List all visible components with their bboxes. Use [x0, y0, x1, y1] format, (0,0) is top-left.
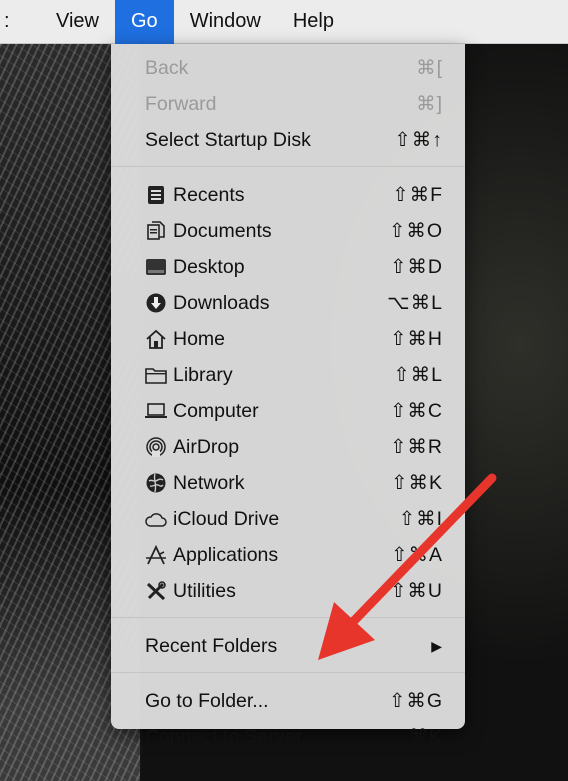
menu-item-network[interactable]: Network ⇧⌘K [111, 465, 465, 501]
menu-item-shortcut: ⇧⌘A [391, 544, 443, 566]
downloads-icon [145, 292, 167, 314]
menu-item-label: Recent Folders [145, 634, 278, 657]
menu-item-recents[interactable]: Recents ⇧⌘F [111, 177, 465, 213]
menu-item-shortcut: ⌘K [408, 726, 443, 748]
utilities-icon [145, 580, 167, 602]
menu-item-select-startup-disk[interactable]: Select Startup Disk ⇧⌘↑ [111, 122, 465, 158]
menu-item-shortcut: ⇧⌘H [390, 328, 443, 350]
home-icon [145, 328, 167, 350]
airdrop-icon [145, 436, 167, 458]
menu-item-label: Select Startup Disk [145, 128, 311, 151]
menu-item-truncated[interactable]: : [0, 0, 40, 44]
menu-item-shortcut: ⇧⌘I [398, 508, 443, 530]
menu-item-shortcut: ⌘] [416, 93, 443, 115]
menu-item-icloud-drive[interactable]: iCloud Drive ⇧⌘I [111, 501, 465, 537]
menu-item-utilities[interactable]: Utilities ⇧⌘U [111, 573, 465, 609]
menu-item-label: AirDrop [173, 435, 240, 458]
menu-item-applications[interactable]: Applications ⇧⌘A [111, 537, 465, 573]
menu-item-airdrop[interactable]: AirDrop ⇧⌘R [111, 429, 465, 465]
menu-item-shortcut: ⇧⌘R [390, 436, 443, 458]
menu-separator [111, 166, 465, 167]
recents-icon [145, 184, 167, 206]
menu-item-label: Back [145, 56, 189, 79]
menu-item-shortcut: ⇧⌘D [390, 256, 443, 278]
menu-item-connect-to-server[interactable]: Connect to Server... ⌘K [111, 719, 465, 755]
menu-item-shortcut: ⇧⌘F [392, 184, 443, 206]
menu-item-label: Desktop [173, 255, 245, 278]
menu-item-label: Connect to Server... [145, 725, 318, 748]
menu-separator [111, 672, 465, 673]
menu-item-shortcut: ⇧⌘L [393, 364, 443, 386]
menu-item-documents[interactable]: Documents ⇧⌘O [111, 213, 465, 249]
menu-item-forward: Forward ⌘] [111, 86, 465, 122]
menu-item-label: Network [173, 471, 245, 494]
menu-item-label: Applications [173, 543, 279, 566]
menu-item-desktop[interactable]: Desktop ⇧⌘D [111, 249, 465, 285]
menu-item-shortcut: ⇧⌘G [388, 690, 443, 712]
menu-item-label: Recents [173, 183, 245, 206]
computer-icon [145, 400, 167, 422]
desktop-icon [145, 256, 167, 278]
menu-bar: : View Go Window Help [0, 0, 568, 44]
menu-item-shortcut: ⇧⌘↑ [394, 129, 443, 151]
library-folder-icon [145, 364, 167, 386]
menu-item-label: Documents [173, 219, 272, 242]
menu-item-label: Library [173, 363, 233, 386]
menu-item-downloads[interactable]: Downloads ⌥⌘L [111, 285, 465, 321]
menu-item-home[interactable]: Home ⇧⌘H [111, 321, 465, 357]
menu-item-shortcut: ⇧⌘C [390, 400, 443, 422]
menu-item-computer[interactable]: Computer ⇧⌘C [111, 393, 465, 429]
menu-item-label: Forward [145, 92, 217, 115]
menu-item-shortcut: ⇧⌘K [391, 472, 443, 494]
menu-view[interactable]: View [40, 0, 115, 44]
menu-item-label: Go to Folder... [145, 689, 269, 712]
submenu-arrow-icon: ▶ [431, 637, 443, 654]
menu-item-go-to-folder[interactable]: Go to Folder... ⇧⌘G [111, 683, 465, 719]
menu-item-label: Downloads [173, 291, 270, 314]
menu-item-label: Utilities [173, 579, 236, 602]
menu-separator [111, 617, 465, 618]
documents-icon [145, 220, 167, 242]
menu-item-label: Home [173, 327, 226, 350]
menu-help[interactable]: Help [277, 0, 350, 44]
menu-window[interactable]: Window [174, 0, 277, 44]
go-menu-dropdown: Back ⌘[ Forward ⌘] Select Startup Disk ⇧… [111, 44, 465, 748]
applications-icon [145, 544, 167, 566]
cloud-icon [145, 508, 167, 530]
menu-item-label: Computer [173, 399, 259, 422]
menu-item-shortcut: ⇧⌘O [388, 220, 443, 242]
menu-item-shortcut: ⌥⌘L [387, 292, 443, 314]
menu-go[interactable]: Go [115, 0, 174, 44]
menu-item-label: iCloud Drive [173, 507, 280, 530]
menu-item-shortcut: ⌘[ [416, 57, 443, 79]
menu-item-library[interactable]: Library ⇧⌘L [111, 357, 465, 393]
menu-item-shortcut: ⇧⌘U [390, 580, 443, 602]
menu-item-recent-folders[interactable]: Recent Folders ▶ [111, 628, 465, 664]
network-icon [145, 472, 167, 494]
menu-item-back: Back ⌘[ [111, 50, 465, 86]
